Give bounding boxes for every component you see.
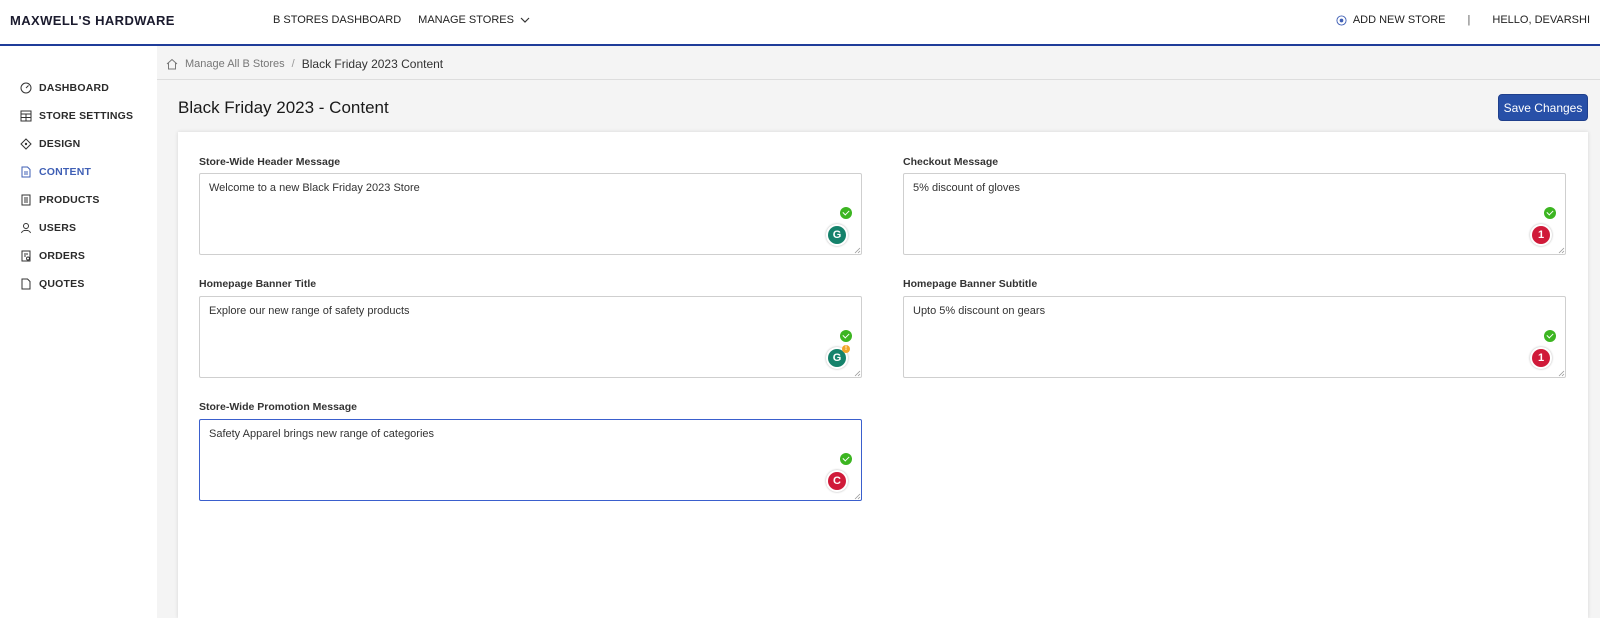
chevron-down-icon — [520, 17, 530, 23]
check-icon — [840, 453, 852, 465]
breadcrumb-parent-link[interactable]: Manage All B Stores — [185, 58, 285, 70]
sidebar-item-label: ORDERS — [39, 250, 86, 262]
sidebar-item-orders[interactable]: ORDERS — [20, 250, 85, 262]
promotion-message-field-wrap: Safety Apparel brings new range of categ… — [199, 419, 862, 501]
grammarly-issue-count: 1 — [1532, 226, 1550, 244]
checkout-message-label: Checkout Message — [903, 156, 999, 168]
top-right-actions: ADD NEW STORE | HELLO, DEVARSHI — [1336, 14, 1590, 26]
header-message-label: Store-Wide Header Message — [199, 156, 341, 168]
breadcrumb-current: Black Friday 2023 Content — [301, 56, 444, 71]
add-new-store-button[interactable]: ADD NEW STORE — [1336, 14, 1446, 26]
check-icon — [840, 330, 852, 342]
top-nav: B STORES DASHBOARD MANAGE STORES — [273, 14, 530, 26]
banner-subtitle-label: Homepage Banner Subtitle — [903, 278, 1038, 290]
promotion-message-label: Store-Wide Promotion Message — [199, 401, 358, 413]
grammarly-badge-text: C — [828, 472, 846, 490]
check-icon — [1544, 330, 1556, 342]
document-icon — [21, 166, 31, 178]
sidebar-item-label: STORE SETTINGS — [39, 110, 134, 122]
sidebar-item-label: USERS — [39, 222, 77, 234]
add-new-store-label: ADD NEW STORE — [1352, 14, 1446, 26]
file-icon — [21, 278, 31, 290]
header-message-field-wrap: Welcome to a new Black Friday 2023 Store… — [199, 173, 862, 255]
sidebar-item-store-settings[interactable]: STORE SETTINGS — [20, 110, 133, 122]
content-form-card: Store-Wide Header Message Welcome to a n… — [178, 132, 1588, 618]
top-separator: | — [1467, 14, 1471, 26]
sidebar-item-users[interactable]: USERS — [20, 222, 76, 234]
nav-manage-stores-label: MANAGE STORES — [418, 14, 514, 26]
header-message-textarea[interactable]: Welcome to a new Black Friday 2023 Store — [199, 173, 862, 255]
grammarly-badge-text: G — [828, 226, 846, 244]
grammarly-issues-icon[interactable]: 1 — [1530, 347, 1552, 369]
user-icon — [21, 223, 31, 234]
breadcrumb: Manage All B Stores / Black Friday 2023 … — [157, 48, 1600, 80]
sidebar: DASHBOARD STORE SETTINGS DESIGN CONTENT … — [0, 46, 157, 618]
promotion-message-textarea[interactable]: Safety Apparel brings new range of categ… — [199, 419, 862, 501]
sidebar-item-label: DESIGN — [39, 138, 81, 150]
resize-handle-icon[interactable] — [854, 493, 861, 500]
sidebar-item-content[interactable]: CONTENT — [20, 166, 91, 178]
sidebar-item-label: QUOTES — [39, 278, 85, 290]
top-bar: MAXWELL'S HARDWARE B STORES DASHBOARD MA… — [0, 0, 1600, 46]
page-title: Black Friday 2023 - Content — [178, 98, 389, 117]
nav-b-stores-dashboard-label: B STORES DASHBOARD — [273, 14, 402, 26]
sidebar-item-label: CONTENT — [39, 166, 92, 178]
grammarly-icon[interactable]: G — [826, 224, 848, 246]
breadcrumb-separator: / — [291, 57, 295, 70]
add-circle-icon — [1336, 14, 1347, 26]
banner-subtitle-textarea[interactable]: Upto 5% discount on gears — [903, 296, 1566, 378]
resize-handle-icon[interactable] — [854, 247, 861, 254]
user-greeting[interactable]: HELLO, DEVARSHI — [1492, 14, 1590, 26]
grammarly-alert-dot: ! — [842, 345, 850, 353]
sidebar-item-quotes[interactable]: QUOTES — [20, 278, 85, 290]
save-changes-button[interactable]: Save Changes — [1498, 94, 1588, 121]
home-icon[interactable] — [166, 58, 178, 70]
banner-title-label: Homepage Banner Title — [199, 278, 317, 290]
sidebar-item-label: PRODUCTS — [39, 194, 100, 206]
nav-b-stores-dashboard[interactable]: B STORES DASHBOARD — [273, 14, 401, 26]
banner-title-textarea[interactable]: Explore our new range of safety products — [199, 296, 862, 378]
sidebar-item-design[interactable]: DESIGN — [20, 138, 80, 150]
sidebar-item-label: DASHBOARD — [39, 82, 110, 94]
layout-icon — [20, 110, 32, 122]
banner-title-field-wrap: Explore our new range of safety products… — [199, 296, 862, 378]
grammarly-issue-count: 1 — [1532, 349, 1550, 367]
sidebar-item-dashboard[interactable]: DASHBOARD — [20, 82, 109, 94]
check-icon — [840, 207, 852, 219]
resize-handle-icon[interactable] — [854, 370, 861, 377]
checkout-message-textarea[interactable]: 5% discount of gloves — [903, 173, 1566, 255]
grammarly-issues-icon[interactable]: 1 — [1530, 224, 1552, 246]
resize-handle-icon[interactable] — [1558, 247, 1565, 254]
sidebar-item-products[interactable]: PRODUCTS — [20, 194, 100, 206]
nav-manage-stores[interactable]: MANAGE STORES — [418, 14, 530, 26]
diamond-icon — [20, 138, 32, 150]
brand-logo[interactable]: MAXWELL'S HARDWARE — [10, 13, 175, 28]
check-icon — [1544, 207, 1556, 219]
grammarly-icon[interactable]: G! — [826, 345, 850, 369]
orders-icon — [21, 250, 31, 262]
banner-subtitle-field-wrap: Upto 5% discount on gears 1 — [903, 296, 1566, 378]
list-icon — [21, 194, 31, 206]
grammarly-loading-icon[interactable]: C — [826, 470, 848, 492]
checkout-message-field-wrap: 5% discount of gloves 1 — [903, 173, 1566, 255]
resize-handle-icon[interactable] — [1558, 370, 1565, 377]
gauge-icon — [20, 82, 32, 94]
